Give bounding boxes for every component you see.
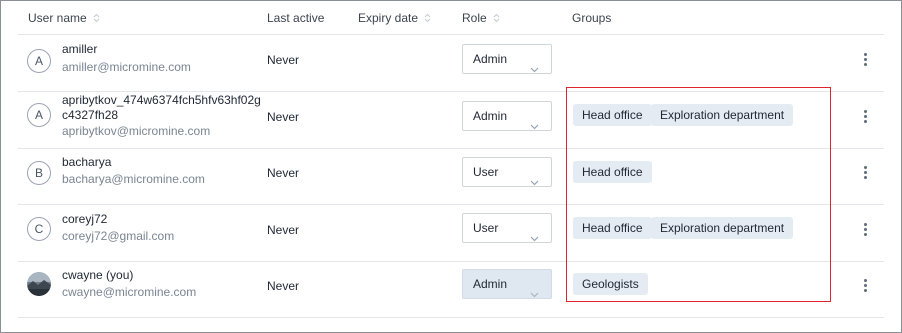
avatar: A <box>27 49 51 73</box>
column-last-active-label: Last active <box>267 11 325 25</box>
role-select: Admin <box>462 269 552 299</box>
sort-icon[interactable] <box>493 13 500 23</box>
sort-icon[interactable] <box>424 13 431 23</box>
group-tag: Head office <box>573 161 652 183</box>
more-vertical-icon[interactable] <box>864 279 868 294</box>
column-groups-label: Groups <box>572 11 612 25</box>
chevron-down-icon <box>530 280 539 308</box>
role-select[interactable]: Admin <box>462 101 552 131</box>
avatar: C <box>27 217 51 241</box>
group-tag: Exploration department <box>651 104 794 126</box>
chevron-down-icon <box>530 55 539 83</box>
user-name: bacharya <box>62 155 112 169</box>
user-email: bacharya@micromine.com <box>62 172 205 186</box>
role-select-value: Admin <box>473 277 508 291</box>
user-email: cwayne@micromine.com <box>62 285 197 299</box>
role-select-value: User <box>473 165 499 179</box>
last-active-value: Never <box>267 110 300 124</box>
column-header-expiry-date[interactable]: Expiry date <box>358 0 431 34</box>
more-vertical-icon[interactable] <box>864 53 868 68</box>
table-row[interactable]: A apribytkov_474w6374fch5hfv63hf02g c432… <box>18 92 884 149</box>
column-header-role[interactable]: Role <box>462 0 500 34</box>
user-name-line-2: c4327fh28 <box>62 108 119 122</box>
avatar: A <box>27 103 51 127</box>
column-header-user-name[interactable]: User name <box>28 0 100 34</box>
column-role-label: Role <box>462 11 487 25</box>
group-tag: Head office <box>573 104 652 126</box>
chevron-down-icon <box>530 224 539 252</box>
group-tag: Geologists <box>573 273 648 295</box>
last-active-value: Never <box>267 279 300 293</box>
user-email: apribytkov@micromine.com <box>62 124 211 138</box>
table-row[interactable]: C coreyj72 coreyj72@gmail.com Never User… <box>18 205 884 262</box>
table-row[interactable]: B bacharya bacharya@micromine.com Never … <box>18 148 884 205</box>
avatar-photo-icon <box>27 272 51 296</box>
column-header-groups: Groups <box>572 0 611 34</box>
group-tag: Head office <box>573 217 652 239</box>
avatar: B <box>27 161 51 185</box>
more-vertical-icon[interactable] <box>864 110 868 125</box>
more-vertical-icon[interactable] <box>864 166 868 181</box>
last-active-value: Never <box>267 166 300 180</box>
table-row[interactable]: A amiller amiller@micromine.com Never Ad… <box>18 35 884 92</box>
more-vertical-icon[interactable] <box>864 223 868 238</box>
user-name: coreyj72 <box>62 212 108 226</box>
table-row[interactable]: cwayne (you) cwayne@micromine.com Never … <box>18 261 884 318</box>
user-name: cwayne (you) <box>62 268 134 282</box>
table-header: User name Last active Expiry date Role G… <box>18 0 884 35</box>
chevron-down-icon <box>530 168 539 196</box>
role-select[interactable]: User <box>462 213 552 243</box>
user-name: amiller <box>62 42 98 56</box>
column-expiry-date-label: Expiry date <box>358 11 419 25</box>
group-tag: Exploration department <box>651 217 794 239</box>
last-active-value: Never <box>267 223 300 237</box>
column-header-last-active: Last active <box>267 0 324 34</box>
avatar <box>27 272 51 296</box>
role-select-value: Admin <box>473 109 508 123</box>
role-select[interactable]: Admin <box>462 44 552 74</box>
last-active-value: Never <box>267 53 300 67</box>
role-select-value: User <box>473 221 499 235</box>
user-email: amiller@micromine.com <box>62 60 191 74</box>
user-email: coreyj72@gmail.com <box>62 229 175 243</box>
role-select-value: Admin <box>473 52 508 66</box>
sort-icon[interactable] <box>93 13 100 23</box>
role-select[interactable]: User <box>462 157 552 187</box>
column-user-name-label: User name <box>28 11 87 25</box>
chevron-down-icon <box>530 112 539 140</box>
